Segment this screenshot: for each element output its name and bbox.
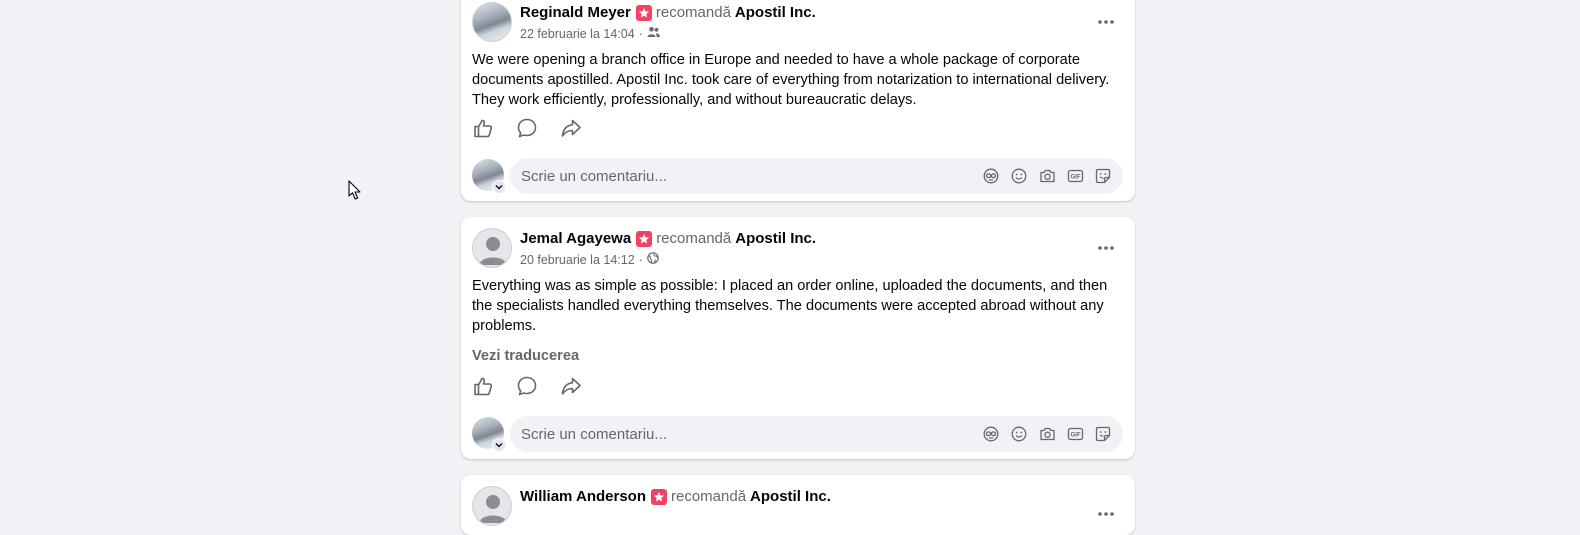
meta-separator: · bbox=[638, 252, 643, 267]
friends-icon[interactable] bbox=[647, 26, 660, 41]
avatar[interactable] bbox=[472, 2, 512, 42]
comment-tools: GIF bbox=[977, 416, 1117, 452]
recommends-label: recomandă bbox=[671, 488, 747, 505]
chevron-down-icon[interactable] bbox=[492, 180, 506, 194]
share-arrow-icon bbox=[561, 377, 581, 395]
share-arrow-icon bbox=[561, 119, 581, 137]
emoji-icon[interactable] bbox=[1005, 162, 1033, 190]
post-header: William Anderson recomandă Apostil Inc. bbox=[472, 486, 1122, 530]
camera-icon[interactable] bbox=[1033, 420, 1061, 448]
post-card: Jemal Agayewa recomandă Apostil Inc. 20 … bbox=[461, 217, 1135, 459]
see-translation-link[interactable]: Vezi traducerea bbox=[472, 348, 579, 364]
svg-text:GIF: GIF bbox=[1070, 433, 1080, 439]
more-options-button[interactable] bbox=[1090, 498, 1122, 530]
comment-bubble-icon bbox=[517, 118, 537, 138]
avatar-sticker-icon[interactable] bbox=[977, 162, 1005, 190]
recommends-label: recomandă bbox=[656, 230, 732, 247]
comment-tools: GIF bbox=[977, 158, 1117, 194]
recommend-star-icon bbox=[635, 4, 652, 21]
post-timestamp[interactable]: 20 februarie la 14:12 bbox=[520, 253, 635, 267]
post-title-line: Jemal Agayewa recomandă Apostil Inc. bbox=[520, 230, 816, 247]
like-button[interactable] bbox=[472, 372, 516, 400]
recommends-label: recomandă bbox=[655, 4, 731, 21]
share-button[interactable] bbox=[560, 114, 604, 142]
post-text: Everything was as simple as possible: I … bbox=[472, 278, 1108, 334]
post-header: Jemal Agayewa recomandă Apostil Inc. 20 … bbox=[472, 228, 1122, 272]
mouse-cursor-icon bbox=[348, 180, 362, 206]
page-name-link[interactable]: Apostil Inc. bbox=[735, 230, 816, 247]
avatar[interactable] bbox=[472, 228, 512, 268]
page-name-link[interactable]: Apostil Inc. bbox=[750, 488, 831, 505]
author-name[interactable]: William Anderson bbox=[520, 488, 646, 505]
globe-icon[interactable] bbox=[647, 252, 659, 267]
comment-composer: GIF bbox=[472, 158, 1123, 194]
emoji-icon[interactable] bbox=[1005, 420, 1033, 448]
comment-bubble-icon bbox=[517, 376, 537, 396]
sticker-icon[interactable] bbox=[1089, 420, 1117, 448]
recommend-star-icon bbox=[651, 488, 667, 505]
thumbs-up-icon bbox=[474, 377, 493, 396]
like-button[interactable] bbox=[472, 114, 516, 142]
chevron-down-icon[interactable] bbox=[492, 438, 506, 452]
sticker-icon[interactable] bbox=[1089, 162, 1117, 190]
post-card: Reginald Meyer recomandă Apostil Inc. 22… bbox=[461, 0, 1135, 201]
comment-composer: GIF bbox=[472, 416, 1123, 452]
recommend-star-icon bbox=[636, 230, 653, 247]
page-name-link[interactable]: Apostil Inc. bbox=[735, 4, 816, 21]
post-title-line: William Anderson recomandă Apostil Inc. bbox=[520, 488, 831, 505]
gif-icon[interactable]: GIF bbox=[1061, 420, 1089, 448]
camera-icon[interactable] bbox=[1033, 162, 1061, 190]
author-name[interactable]: Jemal Agayewa bbox=[520, 230, 631, 247]
post-actions bbox=[472, 114, 604, 142]
thumbs-up-icon bbox=[474, 119, 493, 138]
share-button[interactable] bbox=[560, 372, 604, 400]
avatar-sticker-icon[interactable] bbox=[977, 420, 1005, 448]
more-options-button[interactable] bbox=[1090, 232, 1122, 264]
post-title-line: Reginald Meyer recomandă Apostil Inc. bbox=[520, 4, 816, 21]
post-text: We were opening a branch office in Europ… bbox=[472, 52, 1110, 108]
post-actions bbox=[472, 372, 604, 400]
meta-separator: · bbox=[638, 26, 643, 41]
post-meta: 20 februarie la 14:12 · bbox=[520, 252, 659, 267]
comment-button[interactable] bbox=[516, 372, 560, 400]
comment-button[interactable] bbox=[516, 114, 560, 142]
post-timestamp[interactable]: 22 februarie la 14:04 bbox=[520, 27, 635, 41]
avatar[interactable] bbox=[472, 486, 512, 526]
post-card: William Anderson recomandă Apostil Inc. bbox=[461, 475, 1135, 535]
post-meta: 22 februarie la 14:04 · bbox=[520, 26, 660, 41]
author-name[interactable]: Reginald Meyer bbox=[520, 4, 631, 21]
svg-text:GIF: GIF bbox=[1070, 175, 1080, 181]
gif-icon[interactable]: GIF bbox=[1061, 162, 1089, 190]
more-options-button[interactable] bbox=[1090, 6, 1122, 38]
post-header: Reginald Meyer recomandă Apostil Inc. 22… bbox=[472, 2, 1122, 46]
